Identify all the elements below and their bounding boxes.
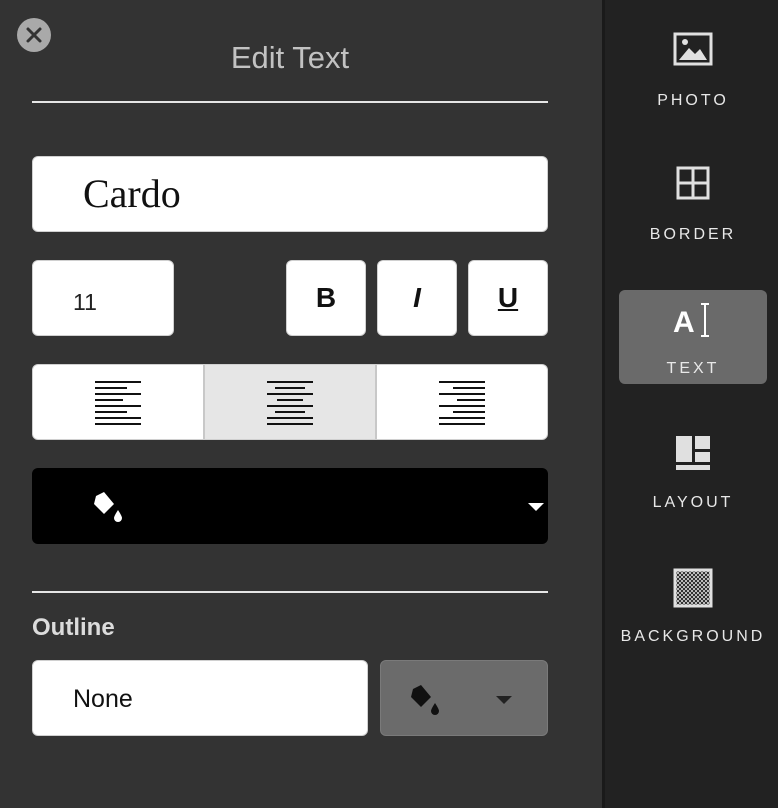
sidebar-item-label: LAYOUT [652, 494, 734, 511]
image-icon [673, 32, 713, 66]
edit-text-panel: Edit Text Cardo 11 B I U Outline None [0, 0, 602, 808]
bold-button[interactable]: B [286, 260, 366, 336]
chevron-down-icon [528, 503, 544, 511]
layout-icon [676, 436, 710, 470]
align-left-button[interactable] [33, 365, 205, 439]
text-cursor-icon: A [673, 303, 709, 339]
outline-divider [32, 591, 548, 593]
sidebar-item-label: PHOTO [657, 92, 729, 109]
sidebar: PHOTO BORDER A TEXT LAYOUT BACKGROUND [602, 0, 778, 808]
outline-label: Outline [32, 614, 115, 641]
italic-button[interactable]: I [377, 260, 457, 336]
paint-bucket-icon [411, 685, 439, 715]
sidebar-item-border[interactable]: BORDER [619, 156, 767, 250]
sidebar-item-text[interactable]: A TEXT [619, 290, 767, 384]
panel-title: Edit Text [230, 40, 350, 75]
align-center-button[interactable] [205, 365, 377, 439]
svg-text:A: A [673, 306, 695, 339]
checker-icon [673, 568, 713, 608]
alignment-group [32, 364, 548, 440]
outline-color-dropdown[interactable] [380, 660, 548, 736]
chevron-down-icon [496, 696, 512, 704]
sidebar-item-label: BORDER [649, 226, 737, 243]
align-center-icon [267, 381, 313, 425]
underline-button[interactable]: U [468, 260, 548, 336]
sidebar-item-photo[interactable]: PHOTO [619, 22, 767, 116]
align-left-icon [95, 381, 141, 425]
sidebar-item-label: BACKGROUND [620, 628, 766, 645]
text-color-dropdown[interactable] [32, 468, 548, 544]
title-divider [32, 101, 548, 103]
sidebar-item-label: TEXT [666, 360, 720, 377]
font-size-input[interactable]: 11 [32, 260, 174, 336]
outline-select[interactable]: None [32, 660, 368, 736]
align-right-button[interactable] [377, 365, 547, 439]
paint-bucket-icon [94, 492, 122, 522]
font-family-select[interactable]: Cardo [32, 156, 548, 232]
align-right-icon [439, 381, 485, 425]
sidebar-item-background[interactable]: BACKGROUND [619, 558, 767, 652]
sidebar-item-layout[interactable]: LAYOUT [619, 424, 767, 518]
grid-icon [676, 166, 710, 200]
